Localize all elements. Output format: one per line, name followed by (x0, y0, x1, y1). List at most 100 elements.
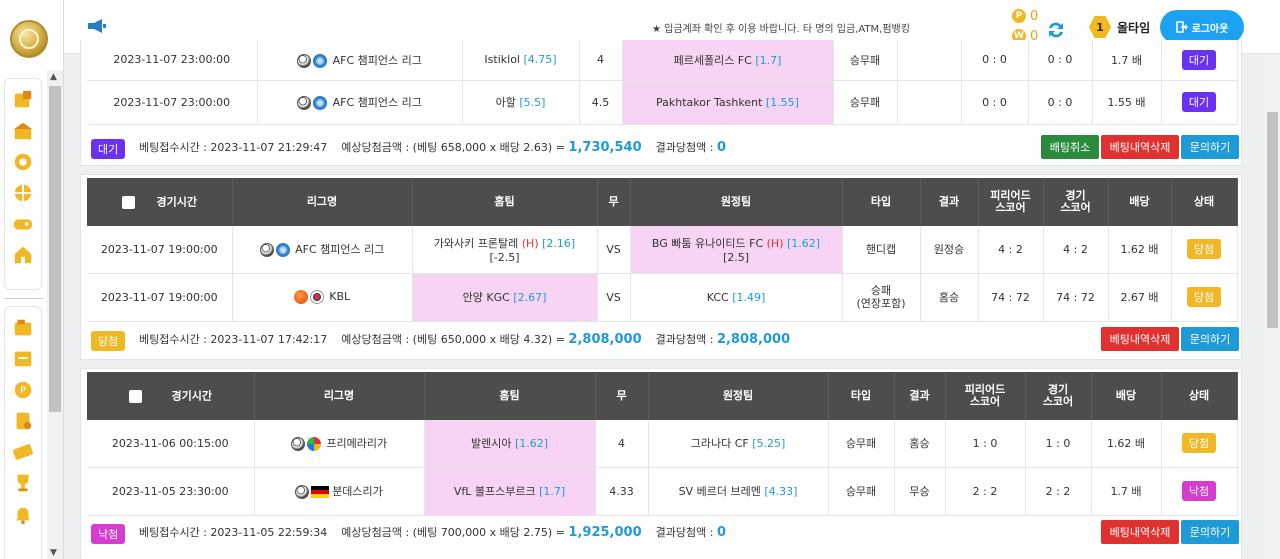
rail-scroll-down-icon[interactable]: ▼ (50, 548, 57, 558)
home-bonus-icon[interactable] (12, 244, 34, 266)
draw-odds[interactable]: 4.33 (595, 467, 649, 516)
wallet-icon[interactable] (12, 317, 34, 339)
home-team-name: Istiklol (484, 53, 520, 67)
away-team[interactable]: BG 빠툼 유나이티드 FC (H) [1.62] [2.5] (630, 226, 843, 274)
col-game-score: 경기 스코어 (1043, 178, 1109, 226)
select-all-checkbox[interactable] (121, 195, 135, 209)
inquiry-button[interactable]: 문의하기 (1181, 519, 1239, 544)
casino-building-icon[interactable] (12, 120, 34, 142)
home-mark: (H) (521, 236, 539, 250)
home-team[interactable]: 발렌시아 [1.62] (424, 420, 596, 468)
game-score: 0 : 0 (1028, 40, 1093, 81)
rail-scroll-up-icon[interactable]: ▲ (50, 72, 57, 82)
status-badge: 당첨 (1186, 287, 1222, 307)
draw-odds[interactable]: 4 (595, 420, 649, 468)
away-odds: [4.33] (764, 485, 798, 498)
left-rail: ▲ ▼ P (0, 0, 64, 559)
league-name: AFC 챔피언스 리그 (332, 96, 422, 109)
bet-footer: 당첨 베팅접수시간 : 2023-11-07 17:42:17 예상당첨금액 :… (81, 322, 1241, 356)
trophy-icon[interactable] (12, 472, 34, 494)
delete-history-button[interactable]: 베팅내역삭제 (1101, 519, 1179, 544)
league-name: AFC 챔피언스 리그 (295, 243, 385, 257)
home-team[interactable]: Istiklol [4.75] (462, 40, 580, 81)
match-time: 2023-11-06 00:15:00 (87, 420, 255, 468)
deposit-icon[interactable] (12, 89, 34, 111)
bet-footer: 대기 베팅접수시간 : 2023-11-07 21:29:47 예상당첨금액 :… (81, 125, 1241, 165)
away-team[interactable]: Pakhtakor Tashkent [1.55] (622, 80, 834, 125)
away-team[interactable]: SV 베르더 브레멘 [4.33] (648, 467, 829, 516)
status-cell: 낙첨 (1161, 467, 1238, 516)
megaphone-icon (88, 19, 106, 33)
odds-value: 1.7 배 (1091, 467, 1162, 516)
gamepad-icon[interactable] (12, 213, 34, 235)
home-team[interactable]: 가와사키 프론탈레 (H) [2.16] [-2.5] (412, 226, 598, 274)
status-badge: 대기 (1181, 92, 1217, 112)
col-period-score: 피리어드 스코어 (978, 178, 1044, 226)
result-label: 결과당첨액 : (655, 332, 717, 346)
point-icon[interactable]: P (12, 379, 34, 401)
korea-flag-icon (309, 290, 324, 304)
away-team[interactable]: KCC [1.49] (630, 273, 843, 322)
cancel-bet-button[interactable]: 배팅취소 (1041, 134, 1099, 159)
league-name: 분데스리가 (332, 485, 383, 498)
site-logo[interactable] (10, 20, 48, 58)
col-time-label: 경기시간 (171, 389, 212, 402)
home-team-name: 가와사키 프론탈레 (433, 236, 519, 250)
league-cell: AFC 챔피언스 리그 (257, 40, 463, 81)
col-time: 경기시간 (87, 372, 255, 420)
home-team-name: 발렌시아 (470, 437, 512, 451)
odds-value: 1.55 배 (1092, 80, 1162, 125)
logo-ring (19, 29, 39, 49)
draw-odds[interactable]: 4.5 (579, 80, 623, 125)
status-badge: 당첨 (1181, 433, 1217, 454)
select-all-checkbox[interactable] (128, 389, 142, 403)
match-time: 2023-11-07 23:00:00 (87, 40, 258, 81)
bell-icon[interactable] (12, 503, 34, 525)
page-scroll-thumb[interactable] (1267, 112, 1278, 328)
withdraw-icon[interactable] (12, 348, 34, 370)
inquiry-button[interactable]: 문의하기 (1181, 134, 1239, 159)
bet-card-3: 경기시간 리그명 홈팀 무 원정팀 타입 결과 피리어드 스코어 경기 스코어 … (80, 368, 1242, 559)
delete-history-button[interactable]: 베팅내역삭제 (1101, 134, 1179, 159)
bet-card-2: 경기시간 리그명 홈팀 무 원정팀 타입 결과 피리어드 스코어 경기 스코어 … (80, 174, 1242, 360)
bet-time: 2023-11-05 22:59:34 (210, 525, 328, 539)
bet-result (897, 40, 962, 81)
bet-type: 승무패 (828, 467, 895, 516)
odds-value: 1.7 배 (1092, 40, 1162, 81)
logout-button[interactable]: 로그아웃 (1160, 10, 1244, 44)
coupon-icon[interactable] (12, 441, 34, 463)
bet-history-icon[interactable] (12, 410, 34, 432)
table-row: 2023-11-07 19:00:00 AFC 챔피언스 리그 가와사키 프론탈… (87, 226, 1238, 274)
home-team-name: VfL 볼프스부르크 (453, 485, 536, 498)
away-team-name: 그라나다 CF (690, 437, 749, 451)
col-status: 상태 (1161, 372, 1238, 420)
away-team[interactable]: 그라나다 CF [5.25] (648, 420, 829, 468)
league-name: KBL (329, 290, 351, 303)
bet-time-label: 베팅접수시간 : (139, 140, 211, 154)
bet-table-2: 경기시간 리그명 홈팀 무 원정팀 타입 결과 피리어드 스코어 경기 스코어 … (87, 178, 1238, 322)
soccer-ball-icon (259, 243, 274, 258)
status-cell: 대기 (1161, 80, 1238, 125)
home-team[interactable]: 안양 KGC [2.67] (412, 273, 598, 322)
rail-scroll-thumb[interactable] (49, 86, 61, 412)
sports-ball-icon[interactable] (12, 182, 34, 204)
period-score: 0 : 0 (961, 80, 1029, 125)
home-team[interactable]: VfL 볼프스부르크 [1.7] (424, 467, 596, 516)
draw-odds[interactable]: 4 (579, 40, 623, 81)
table-row: 2023-11-07 19:00:00 KBL 안양 KGC [2.67] VS… (87, 273, 1238, 322)
col-home: 홈팀 (424, 372, 596, 420)
afc-logo-icon (275, 243, 290, 258)
level-badge-icon: 1 (1089, 16, 1111, 38)
delete-history-button[interactable]: 베팅내역삭제 (1101, 326, 1179, 351)
away-team[interactable]: 페르세폴리스 FC [1.7] (622, 40, 834, 81)
home-team[interactable]: 아할 [5.5] (462, 80, 580, 125)
col-odds: 배당 (1091, 372, 1162, 420)
home-team-name: 아할 (495, 96, 516, 109)
soccer-icon[interactable] (12, 151, 34, 173)
status-cell: 당첨 (1171, 226, 1238, 274)
bet-time-label: 베팅접수시간 : (139, 525, 211, 539)
result-label: 결과당첨액 : (655, 525, 717, 539)
inquiry-button[interactable]: 문의하기 (1181, 326, 1239, 351)
refresh-icon[interactable] (1046, 20, 1066, 40)
table-row: 2023-11-07 23:00:00 AFC 챔피언스 리그 Istiklol… (87, 40, 1238, 81)
